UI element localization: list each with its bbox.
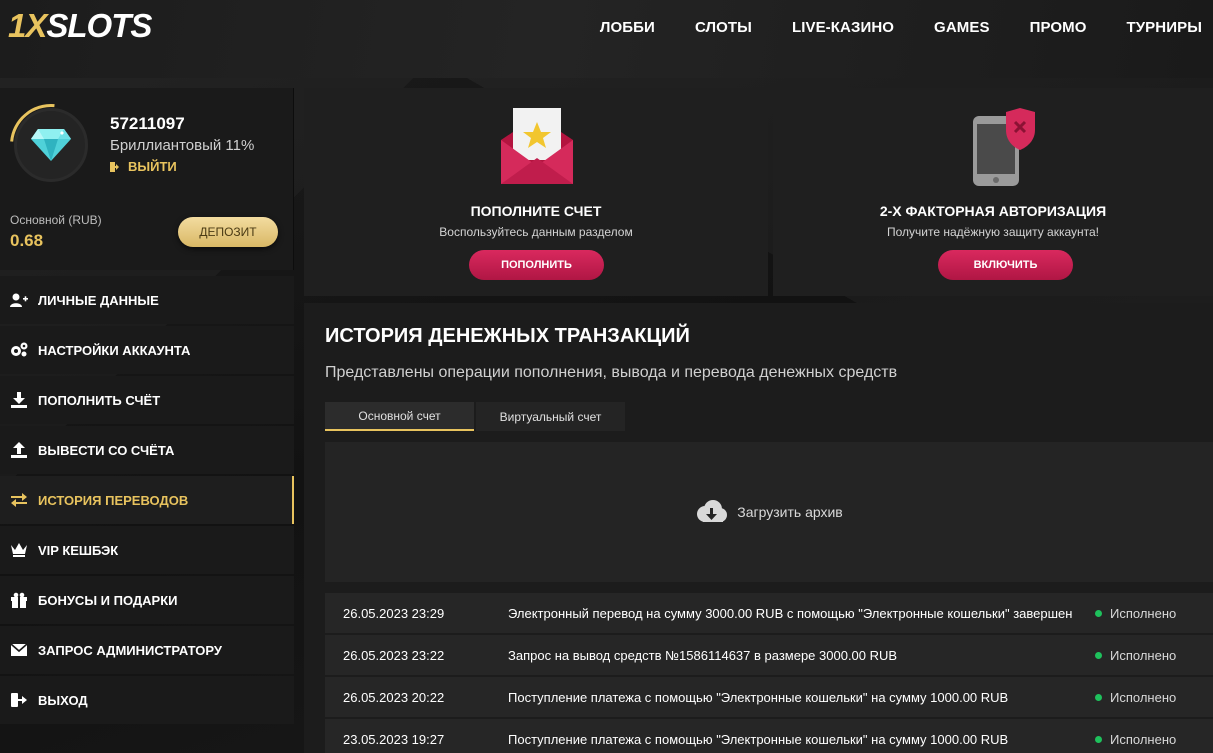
- status-badge: Исполнено: [1095, 648, 1176, 663]
- gears-icon: [10, 341, 28, 359]
- top-header: 1XSLOTS ЛОББИ СЛОТЫ LIVE-КАЗИНО GAMES ПР…: [0, 0, 1213, 78]
- page-title: ИСТОРИЯ ДЕНЕЖНЫХ ТРАНЗАКЦИЙ: [325, 325, 690, 347]
- tab-virtual-account[interactable]: Виртуальный счет: [476, 402, 625, 431]
- table-row: 26.05.2023 23:22 Запрос на вывод средств…: [325, 635, 1213, 675]
- transaction-list: 26.05.2023 23:29 Электронный перевод на …: [325, 593, 1213, 753]
- table-row: 23.05.2023 19:27 Поступление платежа с п…: [325, 719, 1213, 753]
- balance-value: 0.68: [10, 231, 44, 250]
- crown-icon: [10, 541, 28, 559]
- menu-item-account-settings[interactable]: НАСТРОЙКИ АККАУНТА: [0, 326, 294, 374]
- transfer-arrows-icon: [10, 491, 28, 509]
- nav-live-casino[interactable]: LIVE-КАЗИНО: [792, 19, 894, 36]
- row-date: 26.05.2023 20:22: [343, 689, 445, 705]
- status-badge: Исполнено: [1095, 690, 1176, 705]
- nav-tournaments[interactable]: ТУРНИРЫ: [1126, 19, 1202, 36]
- twofa-card-desc: Получите надёжную защиту аккаунта!: [886, 225, 1099, 239]
- site-logo[interactable]: 1XSLOTS: [8, 9, 152, 43]
- menu-item-admin-request[interactable]: ЗАПРОС АДМИНИСТРАТОРУ: [0, 626, 294, 674]
- table-row: 26.05.2023 20:22 Поступление платежа с п…: [325, 677, 1213, 717]
- status-badge: Исполнено: [1095, 732, 1176, 747]
- deposit-card-title: ПОПОЛНИТЕ СЧЕТ: [470, 203, 602, 219]
- upload-icon: [10, 441, 28, 459]
- cloud-download-icon: [697, 500, 728, 522]
- profile-panel: 57211097 Бриллиантовый 11% ВЫЙТИ Основно…: [0, 87, 294, 270]
- menu-item-bonuses[interactable]: БОНУСЫ И ПОДАРКИ: [0, 576, 294, 624]
- status-dot: [1095, 609, 1102, 617]
- status-dot: [1095, 651, 1102, 659]
- row-date: 26.05.2023 23:29: [343, 605, 445, 621]
- twofa-promo-card: 2-Х ФАКТОРНАЯ АВТОРИЗАЦИЯ Получите надёж…: [773, 88, 1213, 296]
- nav-slots[interactable]: СЛОТЫ: [695, 19, 752, 36]
- table-row: 26.05.2023 23:29 Электронный перевод на …: [325, 593, 1213, 633]
- nav-games[interactable]: GAMES: [934, 19, 990, 36]
- logout-icon: [10, 691, 28, 709]
- deposit-card-desc: Воспользуйтесь данным разделом: [439, 225, 633, 239]
- top-up-button[interactable]: ПОПОЛНИТЬ: [469, 250, 604, 280]
- user-level: Бриллиантовый 11%: [110, 137, 255, 154]
- phone-shield-icon: [973, 108, 1039, 191]
- logout-icon: [110, 161, 119, 172]
- status-badge: Исполнено: [1095, 606, 1176, 621]
- row-description: Электронный перевод на сумму 3000.00 RUB…: [508, 605, 1073, 621]
- menu-item-transfer-history[interactable]: ИСТОРИЯ ПЕРЕВОДОВ: [0, 476, 294, 524]
- row-description: Поступление платежа с помощью "Электронн…: [508, 731, 1009, 747]
- transaction-history-panel: ИСТОРИЯ ДЕНЕЖНЫХ ТРАНЗАКЦИЙ Представлены…: [304, 303, 1213, 753]
- logout-link[interactable]: ВЫЙТИ: [110, 159, 177, 174]
- enable-twofa-button[interactable]: ВКЛЮЧИТЬ: [938, 250, 1073, 280]
- status-dot: [1095, 735, 1102, 743]
- download-icon: [10, 391, 28, 409]
- balance-label: Основной (RUB): [10, 213, 102, 227]
- menu-item-exit[interactable]: ВЫХОД: [0, 676, 294, 724]
- envelope-star-icon: [499, 108, 575, 189]
- row-description: Поступление платежа с помощью "Электронн…: [508, 689, 1009, 705]
- menu-item-withdraw[interactable]: ВЫВЕСТИ СО СЧЁТА: [0, 426, 294, 474]
- menu-item-personal-data[interactable]: ЛИЧНЫЕ ДАННЫЕ: [0, 276, 294, 324]
- envelope-icon: [10, 641, 28, 659]
- row-date: 23.05.2023 19:27: [343, 731, 445, 747]
- user-id: 57211097: [110, 114, 185, 133]
- sidebar: 57211097 Бриллиантовый 11% ВЫЙТИ Основно…: [0, 87, 294, 726]
- nav-promo[interactable]: ПРОМО: [1030, 19, 1087, 36]
- tab-main-account[interactable]: Основной счет: [325, 402, 474, 431]
- menu-item-vip-cashback[interactable]: VIP КЕШБЭК: [0, 526, 294, 574]
- account-menu: ЛИЧНЫЕ ДАННЫЕ НАСТРОЙКИ АККАУНТА ПОПОЛНИ…: [0, 276, 294, 724]
- avatar: [14, 108, 88, 182]
- page-subtitle: Представлены операции пополнения, вывода…: [325, 364, 898, 381]
- download-archive-button[interactable]: Загрузить архив: [325, 442, 1213, 582]
- deposit-button[interactable]: ДЕПОЗИТ: [178, 217, 278, 247]
- row-description: Запрос на вывод средств №1586114637 в ра…: [508, 647, 898, 663]
- main-nav: ЛОББИ СЛОТЫ LIVE-КАЗИНО GAMES ПРОМО ТУРН…: [600, 19, 1202, 36]
- user-add-icon: [10, 291, 28, 309]
- twofa-card-title: 2-Х ФАКТОРНАЯ АВТОРИЗАЦИЯ: [879, 203, 1107, 219]
- account-tabs: Основной счет Виртуальный счет: [325, 402, 625, 431]
- row-date: 26.05.2023 23:22: [343, 647, 445, 663]
- diamond-icon: [31, 129, 71, 161]
- nav-lobby[interactable]: ЛОББИ: [600, 19, 655, 36]
- status-dot: [1095, 693, 1102, 701]
- gift-icon: [10, 591, 28, 609]
- deposit-promo-card: ПОПОЛНИТЕ СЧЕТ Воспользуйтесь данным раз…: [304, 88, 768, 296]
- menu-item-deposit[interactable]: ПОПОЛНИТЬ СЧЁТ: [0, 376, 294, 424]
